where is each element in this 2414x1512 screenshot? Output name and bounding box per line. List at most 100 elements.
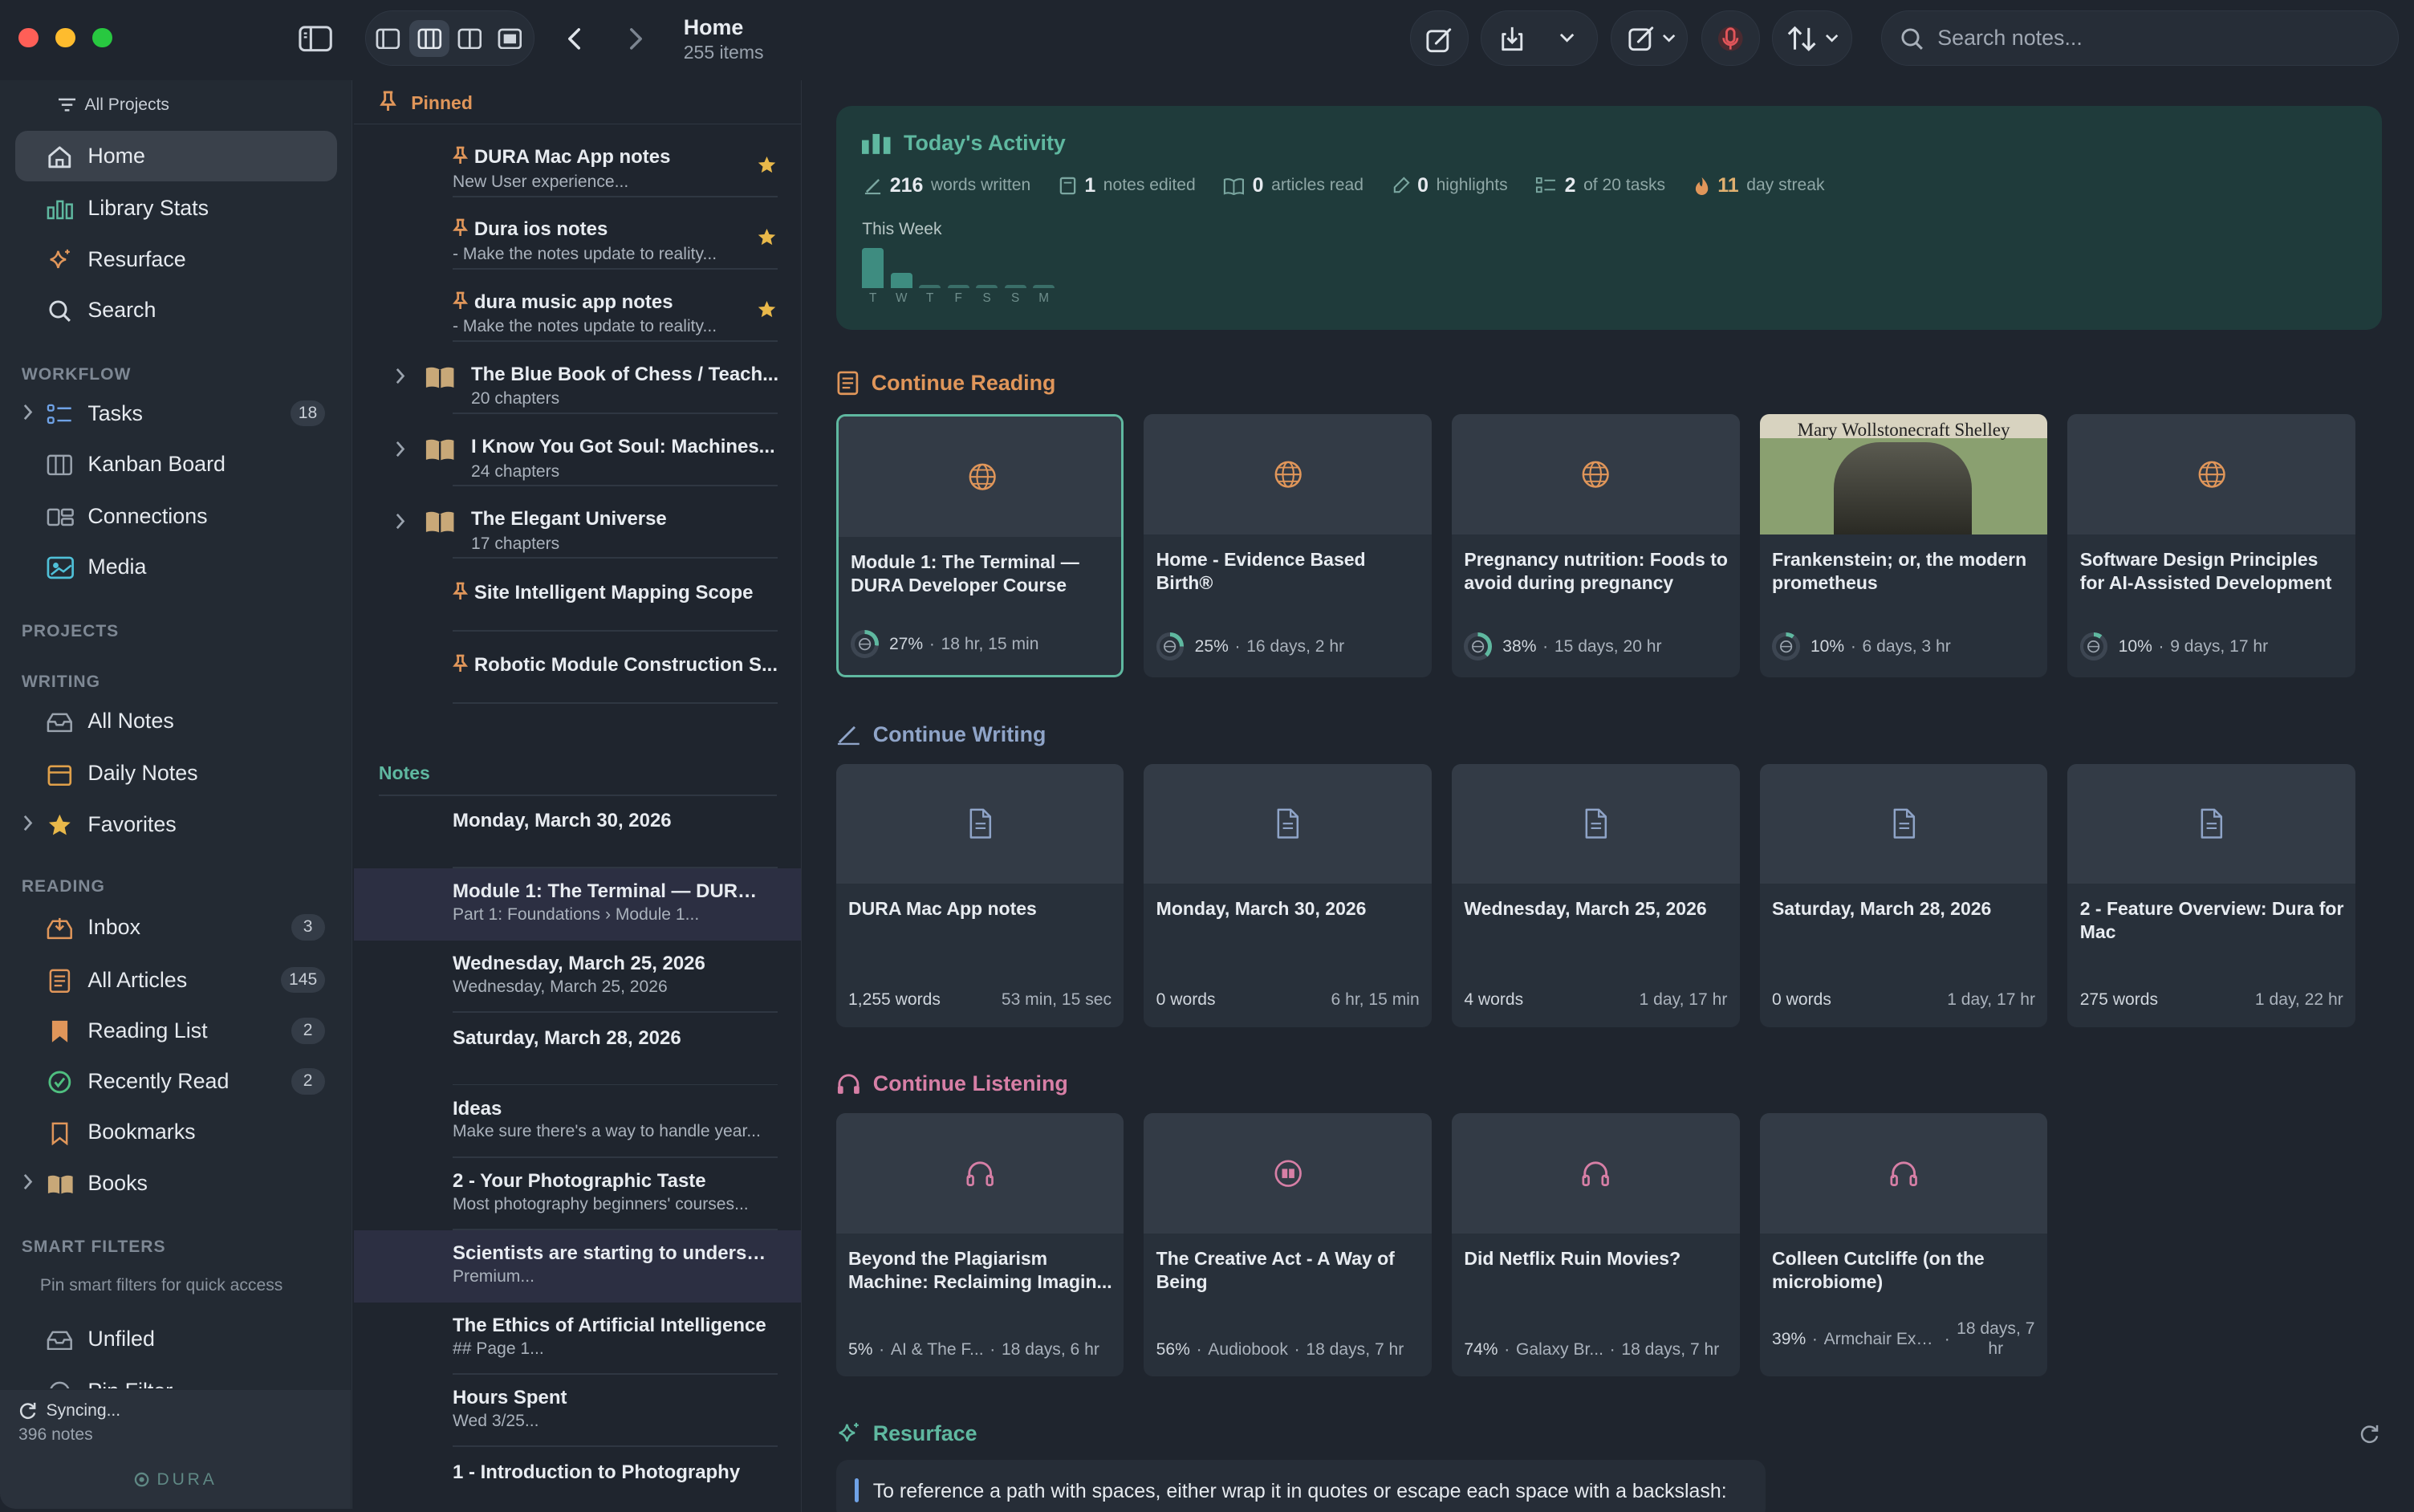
sync-footer: Syncing... 396 notes DURA [0, 1390, 352, 1509]
chevron-down-icon[interactable] [1823, 28, 1841, 50]
card-title: Pregnancy nutrition: Foods to avoid duri… [1464, 548, 1728, 593]
chevron-right-icon[interactable] [394, 513, 406, 530]
sidebar-item-media[interactable]: Media [15, 542, 337, 592]
sidebar-item-unfiled[interactable]: Unfiled [15, 1313, 337, 1364]
layout-2-icon[interactable] [409, 19, 450, 57]
sidebar-item-reading-list[interactable]: Reading List 2 [15, 1006, 337, 1056]
sidebar-item-all-notes[interactable]: All Notes [15, 696, 337, 746]
layout-3-icon[interactable] [456, 25, 484, 53]
progress-percent: 10% [2118, 636, 2152, 656]
note-item[interactable]: Scientists are starting to understa... Pr… [354, 1230, 802, 1303]
reading-card[interactable]: Mary Wollstonecraft Shelley Frankenstein;… [1759, 414, 2048, 678]
sidebar-item-pin-filter[interactable]: Pin Filter [15, 1370, 337, 1389]
card-thumbnail [1452, 763, 1740, 884]
pin-icon [453, 146, 469, 165]
note-item[interactable]: 1 - Introduction to Photography [354, 1447, 801, 1512]
search-bar[interactable] [1881, 10, 2399, 67]
note-item[interactable]: Ideas Make sure there's a way to handle y… [354, 1085, 801, 1158]
sidebar-item-resurface[interactable]: Resurface [15, 234, 337, 285]
writing-card[interactable]: Saturday, March 28, 2026 0 words 1 day, 17… [1759, 763, 2048, 1027]
pin-icon [379, 91, 397, 112]
star-icon [758, 156, 776, 174]
sidebar-item-home[interactable]: Home [15, 131, 338, 182]
pinned-item[interactable]: dura music app notes - Make the notes upd… [354, 270, 801, 342]
listening-card[interactable]: Did Netflix Ruin Movies? 74% · Galaxy Br...… [1452, 1112, 1740, 1376]
card-meta: 56% · Audiobook · 18 days, 7 hr [1156, 1340, 1420, 1360]
reading-card[interactable]: Module 1: The Terminal — DURA Developer … [835, 414, 1124, 678]
note-item[interactable]: Hours Spent Wed 3/25... [354, 1375, 801, 1448]
note-item[interactable]: 2 - Your Photographic Taste Most photogra… [354, 1158, 801, 1230]
sidebar-item-label: Unfiled [87, 1326, 155, 1351]
card-meta: 0 words 6 hr, 15 min [1156, 990, 1420, 1010]
sidebar-item-all-articles[interactable]: All Articles 145 [15, 954, 337, 1005]
zoom-window-button[interactable] [92, 27, 113, 48]
pinned-item-title: DURA Mac App notes [473, 146, 671, 169]
card-thumbnail [1144, 414, 1433, 534]
chevron-right-icon[interactable] [22, 815, 34, 831]
listening-card[interactable]: The Creative Act - A Way of Being 56% · Aud… [1144, 1112, 1433, 1376]
forward-icon[interactable] [619, 22, 652, 55]
progress-percent: 27% [888, 634, 924, 653]
sidebar-item-library-stats[interactable]: Library Stats [15, 183, 337, 234]
search-input[interactable] [1937, 26, 2369, 51]
note-item[interactable]: Monday, March 30, 2026 [354, 796, 801, 868]
writing-card[interactable]: DURA Mac App notes 1,255 words 53 min, 15 … [835, 763, 1124, 1027]
note-item-title: Ideas [452, 1097, 502, 1120]
pinned-item[interactable]: DURA Mac App notes New User experience... [354, 124, 801, 197]
note-item[interactable]: Saturday, March 28, 2026 [354, 1013, 801, 1086]
time-ago: 1 day, 17 hr [1639, 990, 1728, 1010]
minimize-window-button[interactable] [55, 27, 75, 48]
reading-card[interactable]: Pregnancy nutrition: Foods to avoid duri… [1452, 414, 1740, 678]
layout-1-icon[interactable] [374, 25, 402, 53]
sidebar-item-label: Recently Read [87, 1069, 230, 1094]
refresh-icon[interactable] [2359, 1423, 2380, 1445]
chevron-right-icon[interactable] [394, 368, 406, 384]
close-window-button[interactable] [18, 27, 39, 48]
chevron-right-icon[interactable] [22, 1173, 34, 1190]
writing-card[interactable]: 2 - Feature Overview: Dura for Mac 275 wo… [2067, 763, 2356, 1027]
reading-card[interactable]: Software Design Principles for AI-Assist… [2067, 414, 2356, 678]
activity-stat: 0 articles read [1223, 174, 1363, 197]
chevron-down-icon[interactable] [1660, 28, 1678, 50]
week-day-label: T [869, 291, 877, 305]
chevron-down-icon[interactable] [1555, 26, 1580, 51]
listening-card[interactable]: Beyond the Plagiarism Machine: Reclaimin… [835, 1112, 1124, 1376]
pinned-item[interactable]: Dura ios notes - Make the notes update to… [354, 197, 801, 270]
sidebar-item-inbox[interactable]: Inbox 3 [15, 902, 337, 953]
writing-card[interactable]: Monday, March 30, 2026 0 words 6 hr, 15 mi… [1144, 763, 1433, 1027]
layout-4-icon[interactable] [496, 25, 524, 53]
back-icon[interactable] [557, 22, 591, 55]
sidebar-item-recently-read[interactable]: Recently Read 2 [15, 1056, 337, 1107]
sidebar-toggle-icon[interactable] [297, 22, 334, 55]
activity-stats: 216 words written 1 notes edited 0 articles r… [864, 174, 1825, 197]
note-item[interactable]: Module 1: The Terminal — DURA D... Part 1… [354, 868, 802, 941]
resurface-card[interactable]: To reference a path with spaces, either … [835, 1459, 1766, 1512]
sidebar-item-daily-notes[interactable]: Daily Notes [15, 748, 337, 799]
note-item[interactable]: Wednesday, March 25, 2026 Wednesday, Marc… [354, 941, 801, 1014]
all-projects-button[interactable]: All Projects [58, 96, 169, 115]
chevron-right-icon[interactable] [394, 441, 406, 457]
pinned-item[interactable]: The Elegant Universe 17 chapters [354, 486, 801, 559]
book-icon [425, 510, 455, 534]
reading-card[interactable]: Home - Evidence Based Birth® 25% · 16 days,… [1144, 414, 1433, 678]
stat-label: notes edited [1103, 176, 1196, 195]
dot-separator: · [2158, 636, 2164, 656]
pinned-item[interactable]: I Know You Got Soul: Machines... 24 chapt… [354, 414, 801, 487]
pinned-label: Pinned [411, 92, 473, 114]
stat-label: articles read [1271, 176, 1363, 195]
sidebar-item-search[interactable]: Search [15, 285, 337, 335]
sidebar-item-kanban[interactable]: Kanban Board [15, 439, 337, 490]
pinned-item[interactable]: Robotic Module Construction S... [354, 632, 801, 704]
sidebar-item-connections[interactable]: Connections [15, 491, 337, 542]
time-ago: 9 days, 17 hr [2170, 636, 2269, 656]
sidebar-item-tasks[interactable]: Tasks 18 [15, 388, 337, 438]
chevron-right-icon[interactable] [22, 404, 34, 421]
sidebar-item-bookmarks[interactable]: Bookmarks [15, 1107, 337, 1157]
listening-card[interactable]: Colleen Cutcliffe (on the microbiome) 39%… [1759, 1112, 2048, 1376]
pinned-item[interactable]: The Blue Book of Chess / Teach... 20 chap… [354, 342, 801, 415]
writing-card[interactable]: Wednesday, March 25, 2026 4 words 1 day, 1… [1452, 763, 1740, 1027]
note-item[interactable]: The Ethics of Artificial Intelligence ## … [354, 1303, 801, 1376]
pinned-item[interactable]: Site Intelligent Mapping Scope [354, 559, 801, 632]
sidebar-item-books[interactable]: Books [15, 1158, 337, 1209]
sidebar-item-favorites[interactable]: Favorites [15, 799, 337, 850]
